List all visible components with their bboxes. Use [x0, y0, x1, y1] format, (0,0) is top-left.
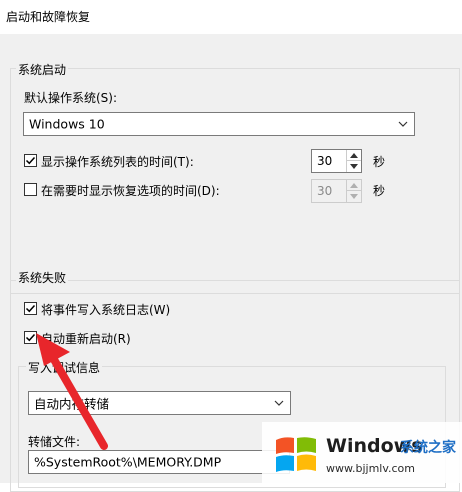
- watermark-url: www.bjjmlv.com: [326, 462, 415, 475]
- show-os-list-checkbox[interactable]: [24, 154, 37, 167]
- default-os-value: Windows 10: [29, 116, 105, 132]
- spin-down-icon: [350, 194, 358, 199]
- watermark-brand-cn: 系统之家: [400, 440, 456, 456]
- check-icon: [25, 156, 36, 165]
- watermark: Windows 系统之家 www.bjjmlv.com: [262, 422, 462, 483]
- check-icon: [25, 333, 36, 342]
- debug-type-value: 自动内存转储: [34, 396, 110, 412]
- window-title: 启动和故障恢复: [6, 10, 91, 24]
- show-os-list-time-stepper[interactable]: 30: [311, 149, 362, 173]
- startup-group-title: 系统启动: [16, 61, 69, 78]
- show-os-list-unit: 秒: [373, 155, 386, 169]
- show-recovery-checkbox[interactable]: [24, 183, 37, 196]
- show-recovery-time-value: 30: [317, 184, 333, 198]
- write-event-label: 将事件写入系统日志(W): [41, 303, 171, 317]
- dump-file-label: 转储文件:: [28, 435, 81, 449]
- spin-down-button[interactable]: [347, 161, 361, 172]
- default-os-select[interactable]: Windows 10: [23, 112, 415, 136]
- title-bar[interactable]: 启动和故障恢复: [0, 0, 462, 35]
- spin-up-icon: [350, 153, 358, 158]
- spin-up-button[interactable]: [347, 180, 361, 191]
- chevron-down-icon: [274, 400, 284, 406]
- debug-type-select[interactable]: 自动内存转储: [28, 391, 291, 415]
- check-icon: [25, 304, 36, 313]
- show-os-list-label: 显示操作系统列表的时间(T):: [41, 155, 194, 169]
- default-os-label: 默认操作系统(S):: [24, 91, 118, 105]
- chevron-down-icon: [398, 121, 408, 127]
- spin-down-icon: [350, 164, 358, 169]
- dump-file-value: %SystemRoot%\MEMORY.DMP: [34, 454, 222, 470]
- failure-group-title: 系统失败: [16, 269, 69, 286]
- write-event-checkbox[interactable]: [24, 302, 37, 315]
- spin-up-icon: [350, 183, 358, 188]
- dialog-body: 系统启动 默认操作系统(S): Windows 10 显示操作系统列表的时间(T…: [0, 34, 462, 492]
- show-recovery-time-stepper[interactable]: 30: [311, 179, 362, 203]
- show-recovery-label: 在需要时显示恢复选项的时间(D):: [41, 184, 220, 198]
- windows-logo-icon: [276, 437, 316, 472]
- show-recovery-unit: 秒: [373, 184, 386, 198]
- spin-up-button[interactable]: [347, 150, 361, 161]
- auto-restart-label: 自动重新启动(R): [41, 332, 131, 346]
- debug-info-group-title: 写入调试信息: [26, 359, 103, 376]
- show-os-list-time-value: 30: [317, 154, 333, 168]
- dump-file-input[interactable]: %SystemRoot%\MEMORY.DMP: [28, 450, 290, 474]
- spin-down-button[interactable]: [347, 191, 361, 202]
- auto-restart-checkbox[interactable]: [24, 331, 37, 344]
